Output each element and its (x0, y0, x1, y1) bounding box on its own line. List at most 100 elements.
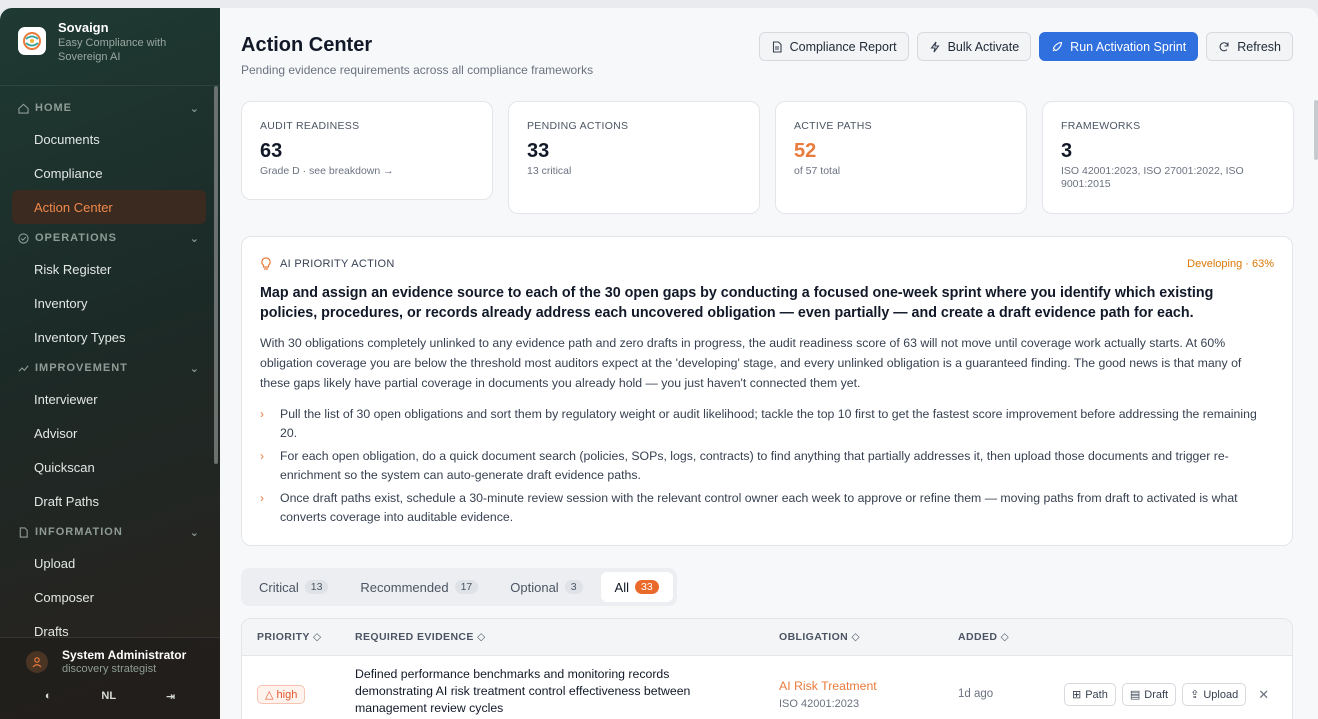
sidebar-item-draft-paths[interactable]: Draft Paths (0, 484, 220, 518)
dismiss-icon[interactable]: ✕ (1258, 687, 1269, 703)
stat-value: 33 (527, 140, 550, 162)
tab-all[interactable]: All 33 (600, 572, 673, 602)
list-item: › Once draft paths exist, schedule a 30-m… (260, 489, 1274, 527)
evidence-table: PRIORITY ◇ REQUIRED EVIDENCE ◇ OBLIGATIO… (241, 618, 1293, 719)
sidebar: Sovaign Easy Compliance with Sovereign A… (0, 8, 220, 719)
user-role: discovery strategist (62, 663, 157, 675)
brand: Sovaign Easy Compliance with Sovereign A… (0, 8, 220, 86)
status-badge: Developing · 63% (1187, 258, 1274, 270)
compliance-report-button[interactable]: Compliance Report (758, 32, 909, 61)
refresh-label: Refresh (1237, 39, 1281, 54)
sidebar-item-action-center[interactable]: Action Center (12, 190, 206, 224)
file-icon (19, 526, 28, 538)
section-improvement[interactable]: IMPROVEMENT ⌄ (0, 354, 220, 382)
count-badge: 33 (634, 580, 659, 594)
run-activation-sprint-button[interactable]: Run Activation Sprint (1039, 32, 1199, 61)
bulk-activate-button[interactable]: Bulk Activate (916, 32, 1032, 61)
lightbulb-icon (261, 257, 271, 270)
stat-pending-actions: PENDING ACTIONS 33 13 critical (508, 101, 760, 214)
count-badge: 13 (304, 580, 329, 594)
stat-label: ACTIVE PATHS (794, 120, 872, 132)
shield-check-icon (18, 232, 29, 244)
document-icon: ▤ (1129, 689, 1141, 701)
upload-label: Upload (1203, 688, 1239, 701)
obligation-link[interactable]: AI Risk Treatment (779, 679, 877, 693)
framework-label: ISO 42001:2023 (779, 698, 860, 710)
draft-button[interactable]: ▤ Draft (1121, 683, 1177, 706)
upload-button[interactable]: ⇪ Upload (1182, 683, 1247, 706)
section-home[interactable]: HOME ⌄ (0, 94, 220, 122)
column-header-priority[interactable]: PRIORITY ◇ (257, 631, 321, 643)
tab-label: All (614, 579, 629, 595)
refresh-button[interactable]: Refresh (1206, 32, 1293, 61)
sidebar-item-compliance[interactable]: Compliance (0, 156, 220, 190)
avatar (26, 651, 48, 673)
count-badge: 17 (454, 580, 479, 594)
ai-priority-action-card: AI PRIORITY ACTION Developing · 63% Map … (241, 236, 1293, 546)
step-text: For each open obligation, do a quick doc… (280, 449, 1229, 482)
sidebar-footer: System Administrator discovery strategis… (0, 637, 220, 719)
tab-recommended[interactable]: Recommended 17 (346, 572, 492, 602)
sidebar-item-inventory-types[interactable]: Inventory Types (0, 320, 220, 354)
sidebar-item-advisor[interactable]: Advisor (0, 416, 220, 450)
sidebar-item-risk-register[interactable]: Risk Register (0, 252, 220, 286)
user-name: System Administrator (62, 648, 187, 662)
header-actions: Compliance Report Bulk Activate Run Acti… (758, 32, 1293, 61)
chevron-right-icon: › (260, 491, 264, 505)
priority-value: high (276, 688, 298, 701)
home-icon (18, 103, 29, 114)
map-icon: ⊞ (1072, 689, 1082, 701)
path-label: Path (1085, 688, 1108, 701)
sidebar-scrollbar[interactable] (214, 86, 218, 464)
sidebar-item-inventory[interactable]: Inventory (0, 286, 220, 320)
table-row[interactable]: △ high Defined performance benchmarks an… (242, 656, 1292, 719)
sidebar-nav: HOME ⌄ Documents Compliance Action Cente… (0, 86, 220, 648)
column-header-added[interactable]: ADDED ◇ (958, 631, 1009, 643)
added-date: 1d ago (958, 688, 994, 700)
warning-icon: △ (265, 689, 277, 701)
page-subtitle: Pending evidence requirements across all… (241, 63, 594, 77)
user-profile[interactable]: System Administrator discovery strategis… (0, 638, 220, 676)
theme-toggle-icon[interactable]: ◐ (45, 690, 52, 703)
priority-body: With 30 obligations completely unlinked … (260, 336, 1242, 390)
tab-optional[interactable]: Optional 3 (496, 572, 596, 602)
stat-audit-readiness[interactable]: AUDIT READINESS 63 Grade D · see breakdo… (241, 101, 493, 200)
trend-icon (18, 364, 29, 372)
column-header-evidence[interactable]: REQUIRED EVIDENCE ◇ (355, 631, 486, 643)
step-text: Pull the list of 30 open obligations and… (280, 407, 1257, 440)
chevron-down-icon: ⌄ (189, 102, 200, 115)
chevron-right-icon: › (260, 407, 264, 421)
tab-critical[interactable]: Critical 13 (245, 572, 342, 602)
priority-headline: Map and assign an evidence source to eac… (260, 285, 1214, 321)
header-label: REQUIRED EVIDENCE (355, 631, 474, 643)
page-title: Action Center (241, 34, 373, 56)
run-activation-sprint-label: Run Activation Sprint (1070, 39, 1187, 54)
language-toggle[interactable]: NL (101, 690, 116, 703)
header-label: PRIORITY (257, 631, 310, 643)
path-button[interactable]: ⊞ Path (1064, 683, 1116, 706)
refresh-icon (1219, 41, 1229, 51)
table-header: PRIORITY ◇ REQUIRED EVIDENCE ◇ OBLIGATIO… (242, 619, 1292, 656)
sidebar-item-interviewer[interactable]: Interviewer (0, 382, 220, 416)
compliance-report-label: Compliance Report (789, 39, 897, 54)
step-text: Once draft paths exist, schedule a 30-mi… (280, 491, 1238, 524)
list-item: › For each open obligation, do a quick do… (260, 447, 1274, 485)
main-scrollbar[interactable] (1314, 100, 1318, 160)
priority-label: AI PRIORITY ACTION (280, 258, 395, 270)
sidebar-item-documents[interactable]: Documents (0, 122, 220, 156)
section-information[interactable]: INFORMATION ⌄ (0, 518, 220, 546)
column-header-obligation[interactable]: OBLIGATION ◇ (779, 631, 860, 643)
rocket-icon (1052, 41, 1063, 51)
stat-value: 63 (260, 140, 283, 162)
stats-row: AUDIT READINESS 63 Grade D · see breakdo… (241, 101, 1294, 214)
section-operations[interactable]: OPERATIONS ⌄ (0, 224, 220, 252)
logout-icon[interactable]: ⇥ (166, 690, 175, 703)
brand-logo-icon (18, 27, 46, 55)
sidebar-item-composer[interactable]: Composer (0, 580, 220, 614)
bulk-activate-label: Bulk Activate (947, 39, 1020, 54)
section-label: INFORMATION (35, 526, 123, 538)
sidebar-item-quickscan[interactable]: Quickscan (0, 450, 220, 484)
sidebar-item-upload[interactable]: Upload (0, 546, 220, 580)
section-label: OPERATIONS (35, 232, 117, 244)
document-icon (772, 40, 782, 53)
